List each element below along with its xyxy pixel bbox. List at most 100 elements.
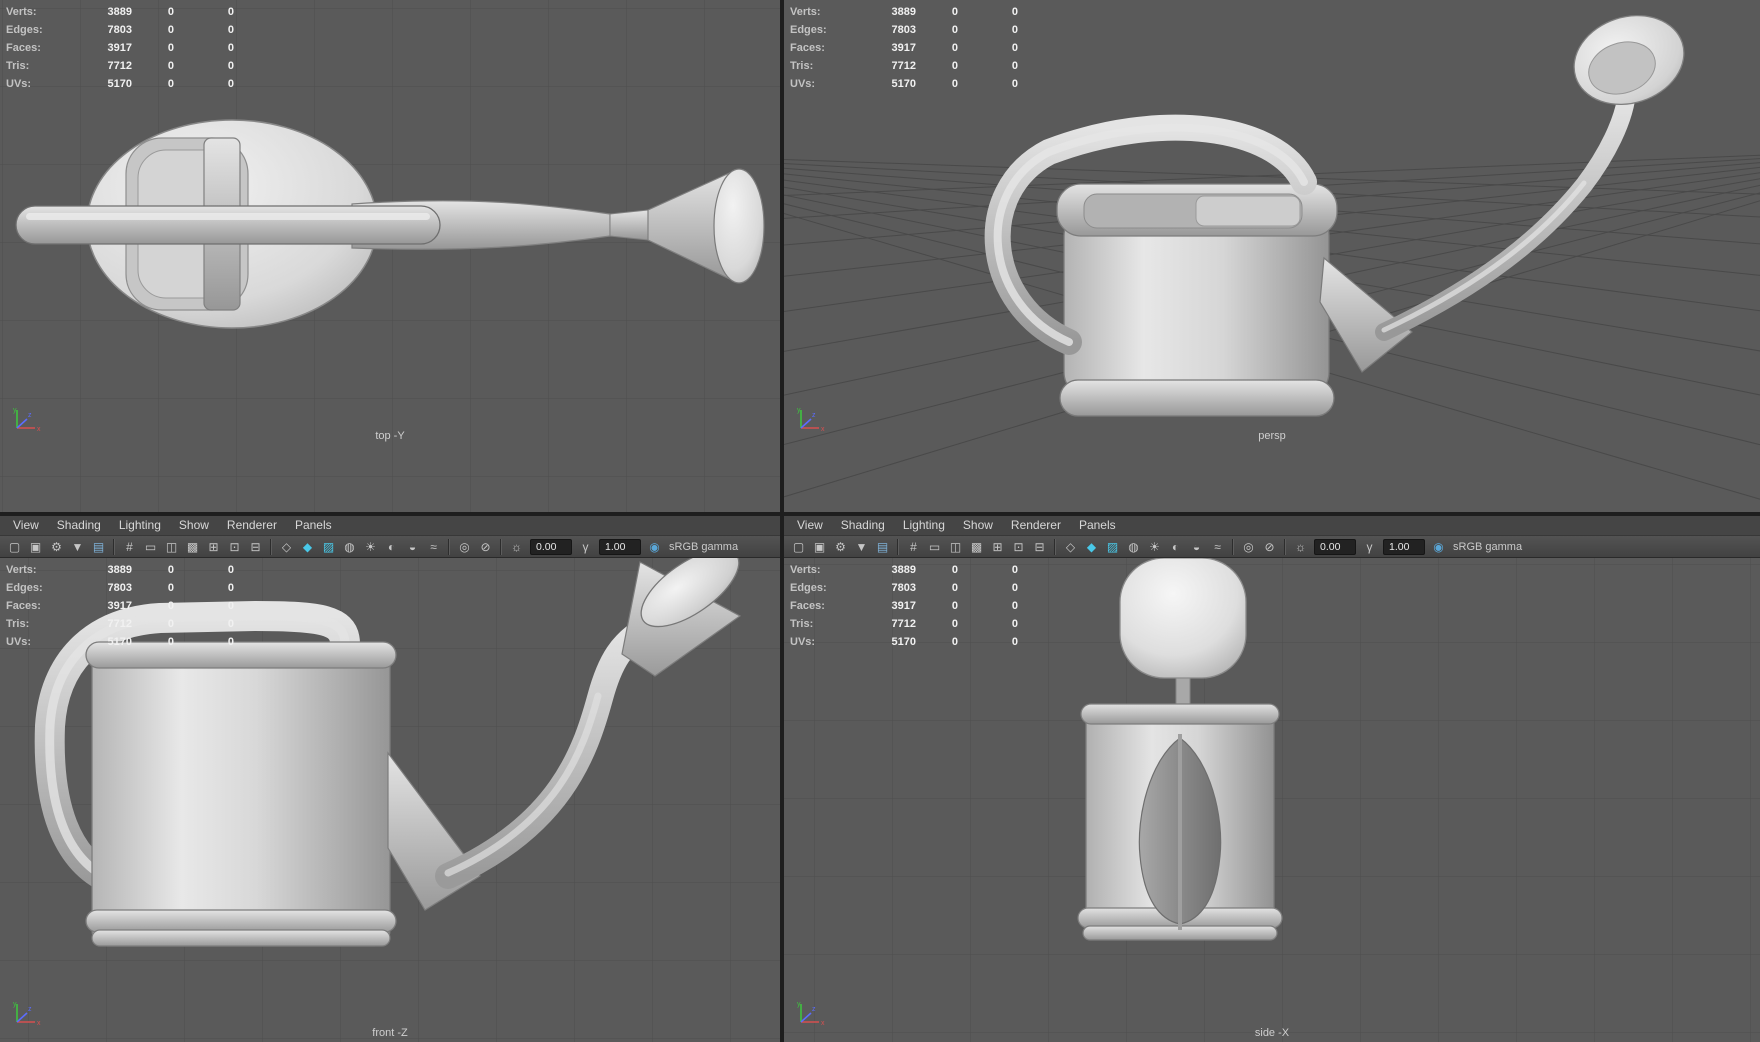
isolate-select-icon[interactable]: ◎ [455, 538, 474, 556]
menu-renderer[interactable]: Renderer [1002, 516, 1070, 535]
textured-icon[interactable]: ▨ [1103, 538, 1122, 556]
safe-action-icon[interactable]: ⊡ [225, 538, 244, 556]
wireframe-icon[interactable]: ◇ [277, 538, 296, 556]
grid-icon[interactable]: # [904, 538, 923, 556]
xray-icon[interactable]: ⊘ [1260, 538, 1279, 556]
viewport-persp[interactable]: Verts: 3889 0 0 Edges: 7803 0 0 Faces: 3917 0 0 Tris… [784, 0, 1760, 512]
hud-value: 0 [227, 42, 234, 54]
wireframe-icon[interactable]: ◇ [1061, 538, 1080, 556]
shadows-icon[interactable]: ◐ [1166, 538, 1185, 556]
bookmarks-icon[interactable]: ▼ [68, 538, 87, 556]
svg-text:y: y [797, 407, 801, 414]
view-label: persp [1258, 430, 1286, 442]
camera-icon[interactable]: ▢ [789, 538, 808, 556]
hud-row: UVs: 5170 0 0 [790, 75, 1018, 93]
hud-row: Tris: 7712 0 0 [6, 615, 234, 633]
view-transform-icon[interactable]: ◉ [645, 538, 664, 556]
svg-text:x: x [821, 1020, 825, 1027]
gamma-field[interactable]: 1.00 [1383, 538, 1425, 555]
hud-row: Edges: 7803 0 0 [790, 21, 1018, 39]
hud-row: Faces: 3917 0 0 [790, 39, 1018, 57]
camera-attributes-icon[interactable]: ⚙ [831, 538, 850, 556]
hud-value: 7803 [891, 582, 916, 594]
menu-show[interactable]: Show [954, 516, 1002, 535]
lock-camera-icon[interactable]: ▣ [810, 538, 829, 556]
menu-view[interactable]: View [788, 516, 832, 535]
menu-show[interactable]: Show [170, 516, 218, 535]
menu-shading[interactable]: Shading [48, 516, 110, 535]
gamma-icon[interactable]: γ [576, 538, 595, 556]
image-plane-icon[interactable]: ▤ [89, 538, 108, 556]
film-gate-icon[interactable]: ▭ [925, 538, 944, 556]
safe-action-icon[interactable]: ⊡ [1009, 538, 1028, 556]
safe-title-icon[interactable]: ⊟ [246, 538, 265, 556]
gate-mask-icon[interactable]: ▩ [967, 538, 986, 556]
field-chart-icon[interactable]: ⊞ [988, 538, 1007, 556]
axis-gizmo: y x z [13, 407, 41, 433]
camera-icon[interactable]: ▢ [5, 538, 24, 556]
panel-toolbar: ▢ ▣ ⚙ ▼ ▤ # ▭ ◫ ▩ ⊞ ⊡ ⊟ ◇ ◆ ▨ ◍ ☀ ◐ ◒ ≈ ◎ ⊘ ☼ 0.00 γ 1.00 ◉ sRGB ga… [784, 536, 1760, 558]
poly-count-hud: Verts: 3889 0 0 Edges: 7803 0 0 Faces: 3917 0 0 Tris… [6, 3, 234, 93]
camera-attributes-icon[interactable]: ⚙ [47, 538, 66, 556]
menu-lighting[interactable]: Lighting [110, 516, 170, 535]
hud-value: 7803 [891, 24, 916, 36]
exposure-field[interactable]: 0.00 [530, 538, 572, 555]
hud-row: Verts: 3889 0 0 [6, 561, 234, 579]
resolution-gate-icon[interactable]: ◫ [946, 538, 965, 556]
view-transform-icon[interactable]: ◉ [1429, 538, 1448, 556]
hud-label: Faces: [790, 42, 825, 54]
smooth-shade-icon[interactable]: ◆ [1082, 538, 1101, 556]
viewport-top[interactable]: Verts: 3889 0 0 Edges: 7803 0 0 Faces: 3917 0 0 Tris… [0, 0, 780, 512]
hud-value: 0 [227, 636, 234, 648]
exposure-icon[interactable]: ☼ [507, 538, 526, 556]
motion-blur-icon[interactable]: ≈ [424, 538, 443, 556]
menu-panels[interactable]: Panels [1070, 516, 1125, 535]
lights-icon[interactable]: ☀ [1145, 538, 1164, 556]
hud-value: 0 [951, 60, 958, 72]
motion-blur-icon[interactable]: ≈ [1208, 538, 1227, 556]
lights-icon[interactable]: ☀ [361, 538, 380, 556]
toolbar-separator [1232, 538, 1234, 555]
shadows-icon[interactable]: ◐ [382, 538, 401, 556]
smooth-shade-icon[interactable]: ◆ [298, 538, 317, 556]
image-plane-icon[interactable]: ▤ [873, 538, 892, 556]
viewport-side[interactable]: Verts: 3889 0 0 Edges: 7803 0 0 Faces: 3917 0 0 Tris… [784, 558, 1760, 1042]
hud-value: 0 [1011, 618, 1018, 630]
menu-renderer[interactable]: Renderer [218, 516, 286, 535]
field-chart-icon[interactable]: ⊞ [204, 538, 223, 556]
menu-view[interactable]: View [4, 516, 48, 535]
use-default-material-icon[interactable]: ◍ [1124, 538, 1143, 556]
safe-title-icon[interactable]: ⊟ [1030, 538, 1049, 556]
resolution-gate-icon[interactable]: ◫ [162, 538, 181, 556]
gamma-field[interactable]: 1.00 [599, 538, 641, 555]
menu-panels[interactable]: Panels [286, 516, 341, 535]
hud-value: 7803 [107, 582, 132, 594]
hud-value: 0 [227, 6, 234, 18]
grid-icon[interactable]: # [120, 538, 139, 556]
gate-mask-icon[interactable]: ▩ [183, 538, 202, 556]
use-default-material-icon[interactable]: ◍ [340, 538, 359, 556]
viewport-front[interactable]: Verts: 3889 0 0 Edges: 7803 0 0 Faces: 3917 0 0 Tris… [0, 558, 780, 1042]
menu-lighting[interactable]: Lighting [894, 516, 954, 535]
film-gate-icon[interactable]: ▭ [141, 538, 160, 556]
lock-camera-icon[interactable]: ▣ [26, 538, 45, 556]
hud-row: Edges: 7803 0 0 [790, 579, 1018, 597]
exposure-field[interactable]: 0.00 [1314, 538, 1356, 555]
occlusion-icon[interactable]: ◒ [1187, 538, 1206, 556]
hud-label: Faces: [6, 600, 41, 612]
menu-shading[interactable]: Shading [832, 516, 894, 535]
gamma-icon[interactable]: γ [1360, 538, 1379, 556]
hud-value: 3889 [107, 564, 132, 576]
bookmarks-icon[interactable]: ▼ [852, 538, 871, 556]
textured-icon[interactable]: ▨ [319, 538, 338, 556]
axis-gizmo: y x z [797, 407, 825, 433]
exposure-icon[interactable]: ☼ [1291, 538, 1310, 556]
xray-icon[interactable]: ⊘ [476, 538, 495, 556]
hud-label: Faces: [790, 600, 825, 612]
toolbar-separator [270, 538, 272, 555]
isolate-select-icon[interactable]: ◎ [1239, 538, 1258, 556]
hud-row: Verts: 3889 0 0 [6, 3, 234, 21]
svg-text:y: y [797, 1001, 801, 1008]
viewport-panel-persp: Verts: 3889 0 0 Edges: 7803 0 0 Faces: 3917 0 0 Tris… [784, 0, 1760, 512]
occlusion-icon[interactable]: ◒ [403, 538, 422, 556]
